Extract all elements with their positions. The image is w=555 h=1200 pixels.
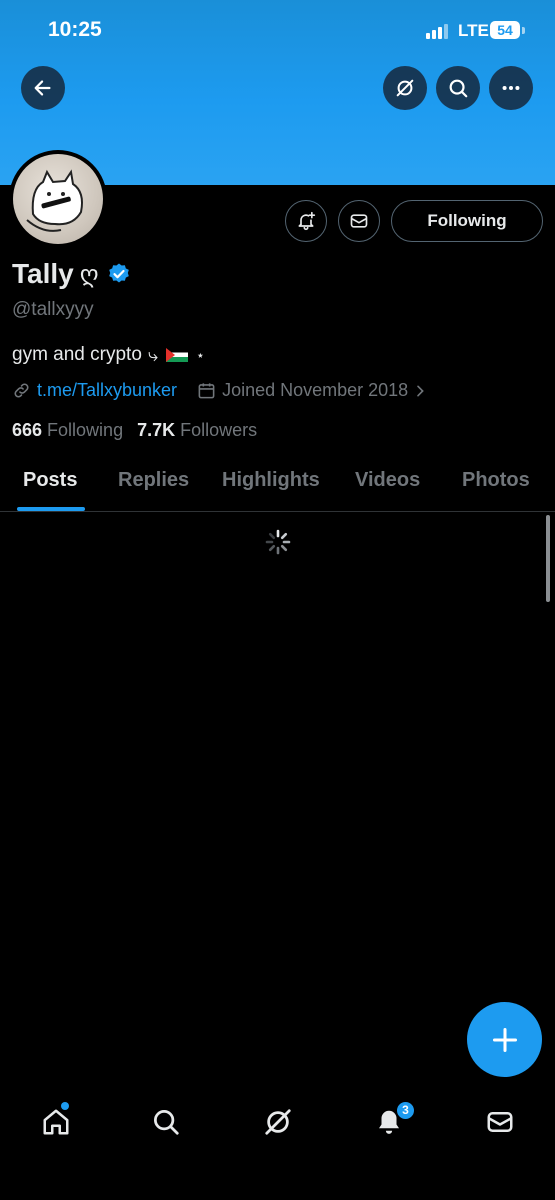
message-button[interactable] <box>338 200 380 242</box>
search-icon <box>449 79 468 98</box>
palestine-flag-icon <box>166 348 188 362</box>
bio-sparkle: ⋆ <box>196 346 205 363</box>
notifications-badge: 3 <box>395 1100 416 1121</box>
network-type: LTE <box>458 21 489 40</box>
calendar-icon <box>198 383 215 399</box>
tab-posts[interactable]: Posts <box>23 469 77 492</box>
profile-tabs: Posts Replies Highlights Videos Photos <box>0 455 555 512</box>
back-button[interactable] <box>21 66 65 110</box>
bottom-nav: 3 <box>0 1090 555 1200</box>
notify-button[interactable] <box>285 200 327 242</box>
joined-date: Joined November 2018 <box>222 380 409 400</box>
grok-button[interactable] <box>383 66 427 110</box>
name-emoji: ღ <box>79 260 99 288</box>
bell-plus-icon <box>298 211 316 231</box>
tab-replies[interactable]: Replies <box>118 469 189 492</box>
chevron-right-icon[interactable] <box>412 383 428 399</box>
followers-stat[interactable]: 7.7K Followers <box>137 420 257 441</box>
nav-home[interactable] <box>38 1104 74 1140</box>
search-button[interactable] <box>436 66 480 110</box>
display-name: Tally <box>12 258 74 289</box>
grok-icon <box>396 79 414 97</box>
grok-icon <box>265 1109 291 1135</box>
status-bar: 10:25 LTE 54 <box>0 0 555 60</box>
loading-spinner-icon <box>265 529 291 555</box>
status-time: 10:25 <box>48 18 102 41</box>
active-tab-indicator <box>17 507 85 511</box>
more-horizontal-icon <box>502 85 520 91</box>
followers-label: Followers <box>180 420 258 440</box>
signal-icon <box>426 23 452 39</box>
plus-icon <box>492 1027 517 1052</box>
tab-photos[interactable]: Photos <box>462 469 530 492</box>
scrollbar[interactable] <box>546 515 550 602</box>
bio-arrow: ⤷ <box>147 344 158 365</box>
battery-icon: 54 <box>490 21 520 39</box>
tab-videos[interactable]: Videos <box>355 469 420 492</box>
following-stat[interactable]: 666 Following <box>12 420 123 441</box>
follow-stats: 666 Following 7.7K Followers <box>12 420 257 441</box>
profile-link[interactable]: t.me/Tallxybunker <box>37 380 177 401</box>
compose-post-button[interactable] <box>467 1002 542 1077</box>
link-icon <box>14 383 29 398</box>
more-button[interactable] <box>489 66 533 110</box>
battery-nub <box>522 27 525 34</box>
following-button[interactable]: Following <box>391 200 543 242</box>
bio-text: gym and crypto <box>12 344 142 365</box>
following-count: 666 <box>12 420 43 440</box>
followers-count: 7.7K <box>137 420 176 440</box>
tab-highlights[interactable]: Highlights <box>222 469 320 492</box>
nav-search[interactable] <box>148 1104 184 1140</box>
handle: @tallxyyy <box>12 299 94 320</box>
envelope-icon <box>487 1112 513 1132</box>
bio: gym and crypto ⤷ ⋆ <box>12 344 205 366</box>
home-unread-dot <box>61 1102 69 1110</box>
avatar-cat-illustration <box>26 169 83 232</box>
nav-messages[interactable] <box>482 1104 518 1140</box>
profile-meta: t.me/Tallxybunker Joined November 2018 <box>12 380 428 401</box>
following-label: Following <box>47 420 124 440</box>
avatar[interactable] <box>9 150 107 248</box>
name-row: Tally ღ <box>12 258 131 290</box>
nav-grok[interactable] <box>260 1104 296 1140</box>
avatar-image <box>13 154 103 244</box>
search-icon <box>154 1110 179 1135</box>
home-icon <box>43 1109 69 1135</box>
verified-badge-icon[interactable] <box>107 262 131 286</box>
envelope-icon <box>350 214 368 228</box>
arrow-left-icon <box>34 80 51 96</box>
